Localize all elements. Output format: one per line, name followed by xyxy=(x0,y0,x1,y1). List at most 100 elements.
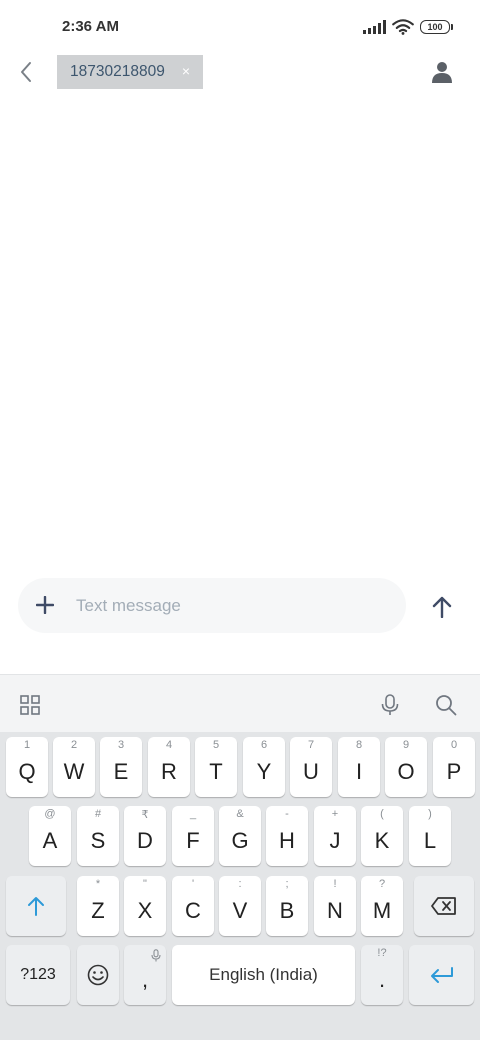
space-key[interactable]: English (India) xyxy=(172,945,355,1005)
key-label: O xyxy=(397,759,415,784)
send-button[interactable] xyxy=(427,592,457,622)
key-label: I xyxy=(355,759,363,784)
shift-icon xyxy=(28,897,44,916)
period-key[interactable]: !? . xyxy=(361,945,403,1005)
key-m[interactable]: ? M xyxy=(361,876,403,936)
key-hint: # xyxy=(94,808,102,820)
key-i[interactable]: 8I xyxy=(338,737,380,797)
key-label: V xyxy=(232,898,248,923)
key-q[interactable]: 1Q xyxy=(6,737,48,797)
key-o[interactable]: 9O xyxy=(385,737,427,797)
key-l[interactable]: ) L xyxy=(409,806,451,866)
key-label: Z xyxy=(91,898,105,923)
key-label: F xyxy=(186,828,200,853)
key-label: S xyxy=(90,828,106,853)
plus-icon xyxy=(36,596,54,614)
key-hint: ) xyxy=(428,808,432,820)
recipient-chip[interactable]: 18730218809 × xyxy=(57,55,203,89)
key-label: E xyxy=(113,759,129,784)
voice-input-button[interactable] xyxy=(376,691,404,719)
key-c[interactable]: ' C xyxy=(172,876,214,936)
key-hint: 9 xyxy=(402,739,410,751)
key-hint: " xyxy=(143,878,147,890)
wifi-icon xyxy=(392,19,414,35)
key-x[interactable]: " X xyxy=(124,876,166,936)
key-r[interactable]: 4R xyxy=(148,737,190,797)
key-hint: ? xyxy=(378,878,386,890)
attach-button[interactable] xyxy=(32,592,58,618)
key-hint: 5 xyxy=(212,739,220,751)
key-hint: - xyxy=(285,808,289,820)
key-label: G xyxy=(231,828,249,853)
key-p[interactable]: 0P xyxy=(433,737,475,797)
key-label: C xyxy=(185,898,201,923)
key-hint: * xyxy=(95,878,101,890)
key-e[interactable]: 3E xyxy=(100,737,142,797)
key-j[interactable]: + J xyxy=(314,806,356,866)
key-hint: 7 xyxy=(307,739,315,751)
key-k[interactable]: (K xyxy=(361,806,403,866)
emoji-key[interactable] xyxy=(77,945,119,1005)
key-t[interactable]: 5T xyxy=(195,737,237,797)
contact-button[interactable] xyxy=(428,58,456,86)
key-label: Y xyxy=(256,759,272,784)
key-label: , xyxy=(141,967,149,992)
conversation-header: 18730218809 × xyxy=(0,54,480,90)
enter-key[interactable] xyxy=(409,945,474,1005)
mic-icon xyxy=(381,694,399,715)
keyboard-search-button[interactable] xyxy=(432,691,460,719)
apps-button[interactable] xyxy=(16,691,44,719)
key-hint: 8 xyxy=(355,739,363,751)
key-z[interactable]: * Z xyxy=(77,876,119,936)
person-icon xyxy=(432,62,452,83)
key-y[interactable]: 6Y xyxy=(243,737,285,797)
symbols-key[interactable]: ?123 xyxy=(6,945,70,1005)
status-time: 2:36 AM xyxy=(62,18,119,35)
mic-small-icon xyxy=(151,949,161,962)
key-hint: @ xyxy=(44,808,56,820)
enter-icon xyxy=(430,967,453,983)
key-label: J xyxy=(329,828,341,853)
key-h[interactable]: -H xyxy=(266,806,308,866)
key-label: A xyxy=(42,828,58,853)
key-label: L xyxy=(423,828,437,853)
grid-icon xyxy=(20,695,40,715)
key-hint: 0 xyxy=(450,739,458,751)
comma-key[interactable]: , xyxy=(124,945,166,1005)
key-d[interactable]: ₹ D xyxy=(124,806,166,866)
key-label: . xyxy=(378,967,386,992)
key-w[interactable]: 2W xyxy=(53,737,95,797)
key-u[interactable]: 7U xyxy=(290,737,332,797)
back-button[interactable] xyxy=(12,58,40,86)
key-label: T xyxy=(209,759,223,784)
key-hint: ; xyxy=(285,878,289,890)
key-label: H xyxy=(279,828,295,853)
battery-level: 100 xyxy=(427,22,443,32)
keyboard: 1Q 2W 3E 4R 5T 6Y 7U 8I 9O 0P @ A # S ₹ D _… xyxy=(0,674,480,1040)
recipient-number: 18730218809 xyxy=(70,63,165,80)
key-hint: + xyxy=(331,808,339,820)
emoji-icon xyxy=(87,964,109,986)
key-label: N xyxy=(327,898,343,923)
key-hint: ₹ xyxy=(141,809,149,821)
message-composer xyxy=(18,578,406,633)
key-f[interactable]: _ F xyxy=(172,806,214,866)
key-g[interactable]: & G xyxy=(219,806,261,866)
message-input[interactable] xyxy=(76,586,386,625)
key-hint: ! xyxy=(333,878,337,890)
key-v[interactable]: :V xyxy=(219,876,261,936)
key-s[interactable]: # S xyxy=(77,806,119,866)
key-label: R xyxy=(161,759,177,784)
key-hint: ' xyxy=(191,878,195,890)
key-a[interactable]: @ A xyxy=(29,806,71,866)
key-n[interactable]: ! N xyxy=(314,876,356,936)
keyboard-toolbar xyxy=(0,674,480,732)
key-label: P xyxy=(446,759,462,784)
key-label: K xyxy=(374,828,390,853)
backspace-key[interactable] xyxy=(414,876,474,936)
key-b[interactable]: ; B xyxy=(266,876,308,936)
search-icon xyxy=(436,695,457,716)
key-hint: & xyxy=(236,808,244,820)
chip-close-icon[interactable]: × xyxy=(178,63,194,79)
shift-key[interactable] xyxy=(6,876,66,936)
